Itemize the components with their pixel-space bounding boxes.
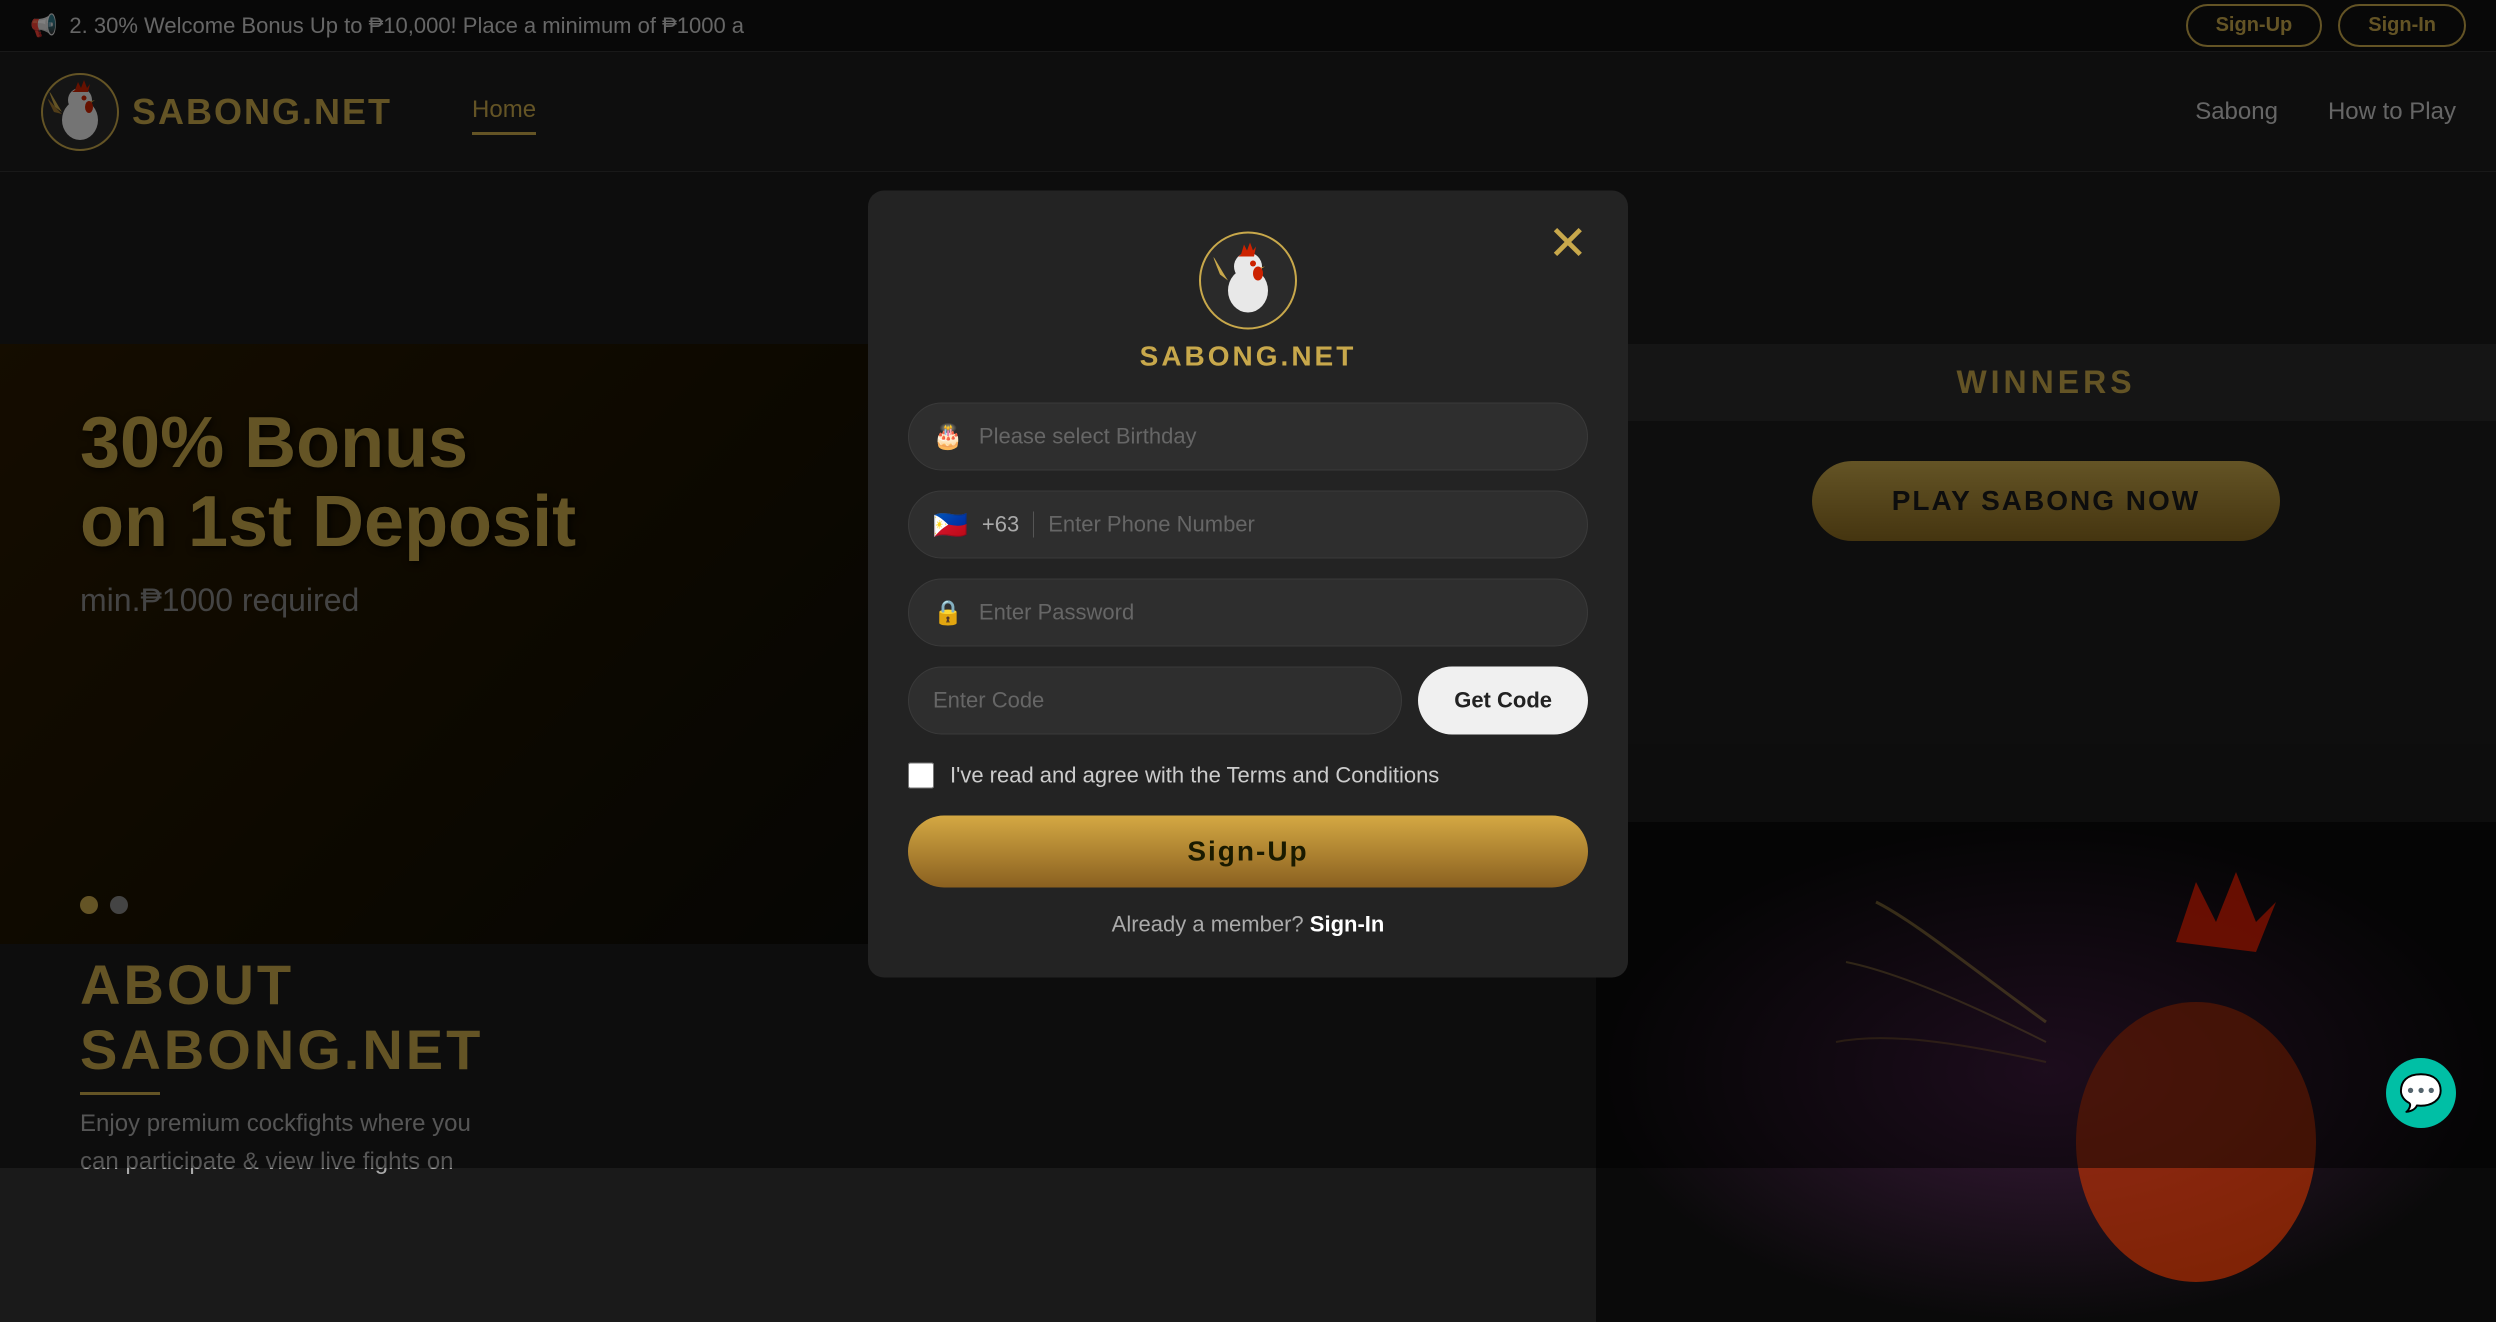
password-input[interactable] [979,600,1563,626]
modal-close-button[interactable]: ✕ [1548,221,1588,269]
code-input[interactable] [933,688,1377,714]
phone-input-wrapper: 🇵🇭 +63 [908,491,1588,559]
phone-flag-icon: 🇵🇭 [933,508,968,541]
terms-text: I've read and agree with the Terms and C… [950,759,1439,792]
birthday-field-group: 🎂 [908,403,1588,471]
code-input-wrapper [908,667,1402,735]
terms-wrapper: I've read and agree with the Terms and C… [908,759,1588,792]
code-wrapper: Get Code [908,667,1588,735]
phone-field-group: 🇵🇭 +63 [908,491,1588,559]
birthday-icon: 🎂 [933,422,963,451]
modal-logo: SABONG.NET [908,231,1588,373]
signin-link[interactable]: Sign-In [1310,912,1385,937]
password-field-group: 🔒 [908,579,1588,647]
birthday-input[interactable] [979,424,1563,450]
lock-icon: 🔒 [933,598,963,627]
terms-checkbox[interactable] [908,763,934,789]
chat-button[interactable]: 💬 [2386,1058,2456,1128]
birthday-input-wrapper: 🎂 [908,403,1588,471]
get-code-button[interactable]: Get Code [1418,667,1588,735]
signup-modal: ✕ SABONG.NET 🎂 🇵🇭 +63 🔒 [868,191,1628,978]
already-member-text: Already a member? Sign-In [908,912,1588,938]
modal-logo-icon [1198,231,1298,331]
phone-country-code: +63 [982,512,1034,538]
already-member-label: Already a member? [1112,912,1304,937]
modal-logo-text: SABONG.NET [1140,341,1357,373]
code-field-group: Get Code [908,667,1588,735]
chat-icon: 💬 [2399,1072,2444,1114]
phone-input[interactable] [1048,512,1563,538]
password-input-wrapper: 🔒 [908,579,1588,647]
signup-button[interactable]: Sign-Up [908,816,1588,888]
